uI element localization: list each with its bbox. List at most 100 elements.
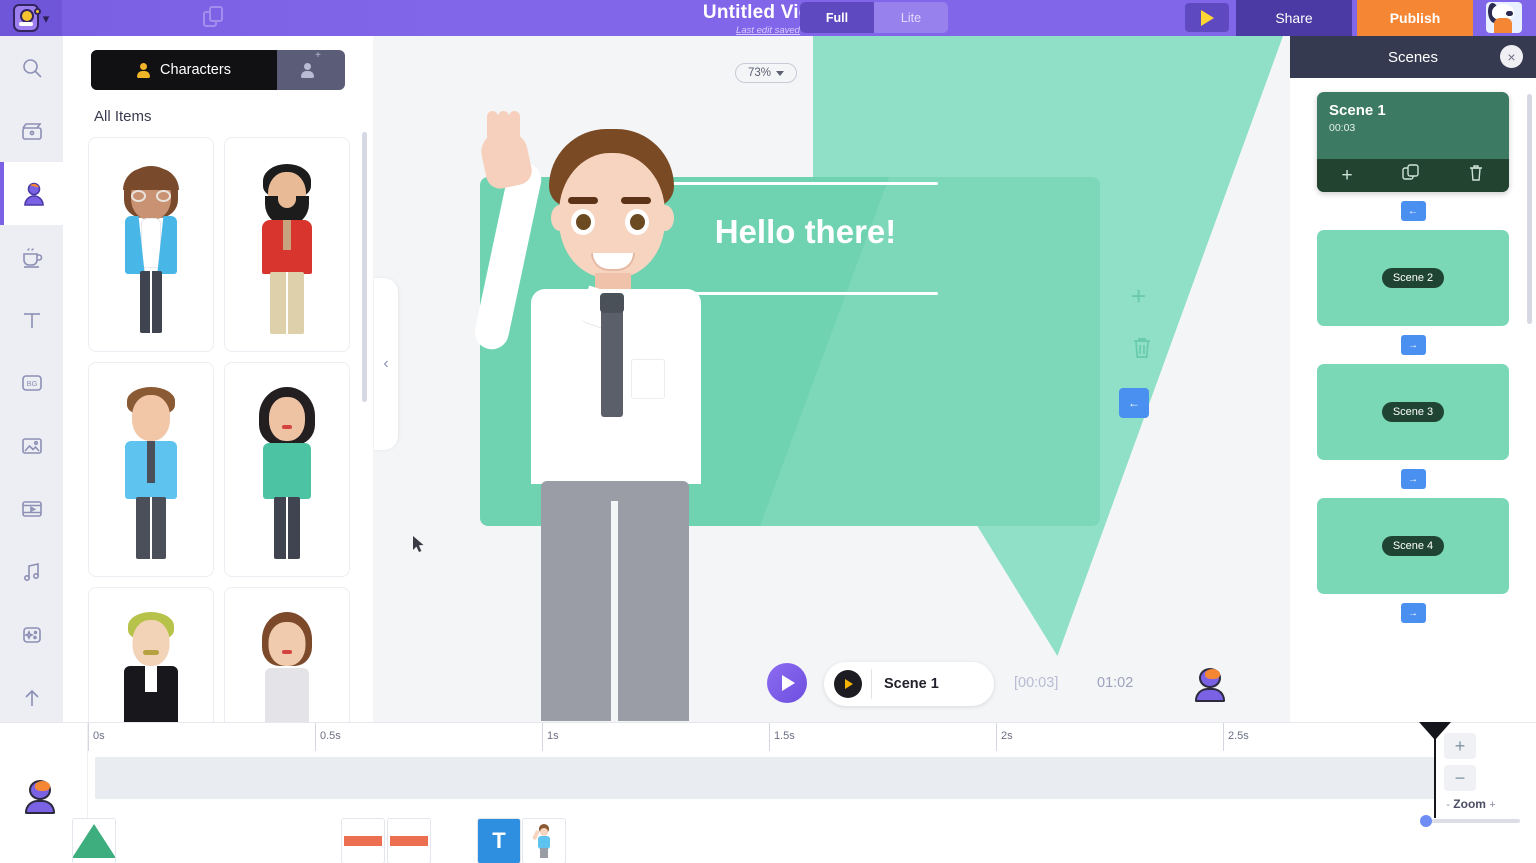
search-icon xyxy=(22,58,42,78)
canvas-character[interactable] xyxy=(471,101,723,721)
sidebar-item-background[interactable]: BG xyxy=(0,351,63,414)
scenes-scrollbar[interactable] xyxy=(1527,94,1532,324)
playback-bar: Scene 1 [00:03] 01:02 xyxy=(746,650,1290,712)
scene-transition-2[interactable]: → xyxy=(1400,335,1426,355)
sidebar-item-search[interactable] xyxy=(0,36,63,99)
timeline-zoom-controls: + − - Zoom + xyxy=(1416,733,1526,827)
play-icon xyxy=(1200,9,1214,26)
close-icon[interactable]: × xyxy=(1500,45,1523,68)
plus-icon: + xyxy=(315,50,321,61)
scene-transition-4[interactable]: → xyxy=(1400,603,1426,623)
timeline-character-icon[interactable] xyxy=(24,780,56,814)
sidebar-item-props[interactable] xyxy=(0,225,63,288)
canvas-stage[interactable]: 73% Hello there! + ← Scene 1 [00:03] 01:… xyxy=(373,36,1290,722)
scene-card-1[interactable]: Scene 1 00:03 + xyxy=(1317,92,1509,192)
zoom-in-button[interactable]: + xyxy=(1444,733,1476,759)
scene-transition-1[interactable]: ← xyxy=(1400,201,1426,221)
thumb-text-element[interactable]: T xyxy=(477,818,521,863)
add-scene-button[interactable]: + xyxy=(1341,165,1352,187)
character-card[interactable] xyxy=(88,137,214,352)
character-settings-icon[interactable] xyxy=(1194,668,1226,702)
library-scrollbar[interactable] xyxy=(362,132,367,402)
scenes-panel-header: Scenes × xyxy=(1290,36,1536,78)
timeline-ruler[interactable]: 0s 0.5s 1s 1.5s 2s 2.5s xyxy=(88,723,1448,751)
scene-duration: 00:03 xyxy=(1329,122,1356,134)
scene-title: Scene 1 xyxy=(1329,102,1386,119)
play-icon xyxy=(845,679,853,689)
collapse-library-handle[interactable]: ‹ xyxy=(374,278,398,450)
left-tool-rail: BG xyxy=(0,36,63,722)
text-icon xyxy=(23,312,40,328)
scenes-panel-title: Scenes xyxy=(1387,48,1439,66)
add-element-icon[interactable]: + xyxy=(1131,281,1146,312)
sidebar-item-text[interactable] xyxy=(0,288,63,351)
current-time: [00:03] xyxy=(1014,675,1059,691)
thumb-audio-clip-1[interactable] xyxy=(341,818,385,863)
zoom-label: Zoom xyxy=(1453,797,1486,811)
scene-card-3[interactable]: Scene 3 xyxy=(1317,364,1509,460)
upload-icon xyxy=(24,689,39,706)
scene-card-4[interactable]: Scene 4 xyxy=(1317,498,1509,594)
zoom-slider[interactable] xyxy=(1420,815,1520,827)
sidebar-item-music[interactable] xyxy=(0,540,63,603)
scenes-panel: Scenes × Scene 1 00:03 + ← Scene 2 → Sce… xyxy=(1290,36,1536,722)
delete-scene-button[interactable] xyxy=(1468,164,1484,187)
chevron-down-icon xyxy=(776,70,785,76)
playback-play-button[interactable] xyxy=(767,663,807,703)
user-avatar[interactable] xyxy=(1486,2,1522,33)
library-panel: Characters + All Items xyxy=(63,36,373,722)
current-scene-chip[interactable]: Scene 1 xyxy=(824,662,994,706)
mode-toggle[interactable]: Full Lite xyxy=(800,2,948,33)
scene-card-2[interactable]: Scene 2 xyxy=(1317,230,1509,326)
canvas-zoom-value: 73% xyxy=(747,67,772,79)
scene-title: Scene 4 xyxy=(1381,536,1445,556)
delete-element-icon[interactable] xyxy=(1131,336,1153,360)
video-editor-app: ▾ Untitled Video Last edit saved Full Li… xyxy=(0,0,1536,863)
current-scene-label: Scene 1 xyxy=(884,676,939,692)
duplicate-scene-button[interactable] xyxy=(1401,164,1420,187)
triangle-shape-icon xyxy=(73,824,115,858)
add-character-tab[interactable]: + xyxy=(277,50,345,90)
character-card[interactable] xyxy=(88,362,214,577)
transition-in-button[interactable]: ← xyxy=(1119,388,1149,418)
clip-bar-icon xyxy=(344,836,382,846)
share-button[interactable]: Share xyxy=(1236,0,1352,36)
sidebar-item-scenes[interactable] xyxy=(0,99,63,162)
character-card[interactable] xyxy=(224,587,350,722)
sidebar-item-video[interactable] xyxy=(0,477,63,540)
timeline-track[interactable] xyxy=(95,757,1435,799)
canvas-zoom-selector[interactable]: 73% xyxy=(735,63,797,83)
mini-character-icon xyxy=(532,824,552,858)
scene-list: Scene 1 00:03 + ← Scene 2 → Scene 3 → Sc… xyxy=(1290,78,1536,623)
chevron-down-icon[interactable]: ▾ xyxy=(43,12,50,25)
publish-button[interactable]: Publish xyxy=(1357,0,1473,36)
mode-full-button[interactable]: Full xyxy=(800,2,874,33)
thumb-audio-clip-2[interactable] xyxy=(387,818,431,863)
zoom-out-button[interactable]: − xyxy=(1444,765,1476,791)
mode-lite-button[interactable]: Lite xyxy=(874,2,948,33)
total-time: 01:02 xyxy=(1097,675,1134,691)
bg-icon: BG xyxy=(21,374,42,391)
ruler-tick: 0s xyxy=(88,723,105,751)
tab-characters[interactable]: Characters xyxy=(91,50,277,90)
sidebar-item-images[interactable] xyxy=(0,414,63,477)
scene-transition-3[interactable]: → xyxy=(1400,469,1426,489)
sidebar-item-upload[interactable] xyxy=(0,666,63,729)
sidebar-item-effects[interactable] xyxy=(0,603,63,666)
svg-text:BG: BG xyxy=(26,379,37,388)
scene-play-button[interactable] xyxy=(834,670,862,698)
zoom-slider-knob[interactable] xyxy=(1420,815,1432,827)
ruler-tick: 2.5s xyxy=(1223,723,1249,751)
thumb-background[interactable] xyxy=(72,818,116,863)
effects-icon xyxy=(22,626,41,643)
sidebar-item-characters[interactable] xyxy=(0,162,63,225)
thumb-character-element[interactable] xyxy=(522,818,566,863)
ruler-tick: 1s xyxy=(542,723,559,751)
character-card[interactable] xyxy=(224,137,350,352)
preview-play-button[interactable] xyxy=(1185,3,1229,32)
character-card[interactable] xyxy=(88,587,214,722)
zoom-label-row: - Zoom + xyxy=(1416,797,1526,811)
timeline-thumbnails: T xyxy=(0,818,1400,863)
character-card[interactable] xyxy=(224,362,350,577)
image-icon xyxy=(21,437,42,454)
